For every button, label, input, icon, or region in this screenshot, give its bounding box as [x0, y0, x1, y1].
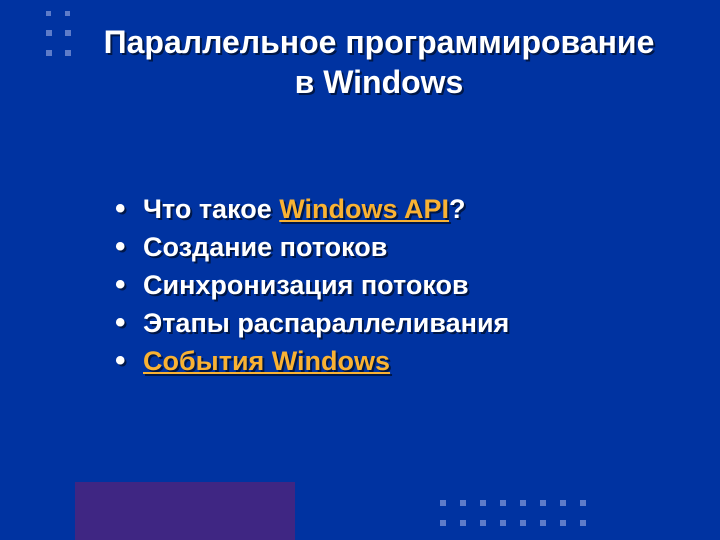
slide: Параллельное программирование в Windows … [0, 0, 720, 540]
decor-dot [46, 30, 52, 36]
decor-dot [500, 520, 506, 526]
decor-dot [46, 50, 52, 56]
decor-dot [440, 520, 446, 526]
list-item: События Windows [115, 342, 660, 380]
title-line-1: Параллельное программирование [104, 22, 655, 62]
list-item: Синхронизация потоков [115, 266, 660, 304]
decor-dot [500, 500, 506, 506]
decor-dot [540, 500, 546, 506]
list-item: Что такое Windows API? [115, 190, 660, 228]
decor-dot [520, 520, 526, 526]
decor-dot [480, 520, 486, 526]
link-windows-events[interactable]: События Windows [143, 346, 390, 376]
list-item: Этапы распараллеливания [115, 304, 660, 342]
decor-dot [520, 500, 526, 506]
decor-dot [460, 500, 466, 506]
decor-dot [580, 520, 586, 526]
decor-dot [46, 11, 51, 16]
decor-dot [460, 520, 466, 526]
decor-dot [65, 50, 71, 56]
bullet-text: ? [449, 194, 466, 224]
decor-dot [440, 500, 446, 506]
decor-dot [65, 11, 70, 16]
title-line-2: в Windows [295, 62, 464, 102]
bullet-text: Что такое [143, 194, 279, 224]
decor-dot [560, 500, 566, 506]
decor-dot [580, 500, 586, 506]
slide-title: Параллельное программирование в Windows [78, 22, 680, 102]
link-windows-api[interactable]: Windows API [279, 194, 449, 224]
footer-block [75, 482, 295, 540]
bullet-text: Создание потоков [143, 232, 387, 262]
decor-dot [560, 520, 566, 526]
decor-dot [540, 520, 546, 526]
bullet-text: Этапы распараллеливания [143, 308, 509, 338]
bullet-list: Что такое Windows API? Создание потоков … [115, 190, 660, 380]
decor-dot [480, 500, 486, 506]
decor-dot [65, 30, 71, 36]
bullet-text: Синхронизация потоков [143, 270, 469, 300]
list-item: Создание потоков [115, 228, 660, 266]
